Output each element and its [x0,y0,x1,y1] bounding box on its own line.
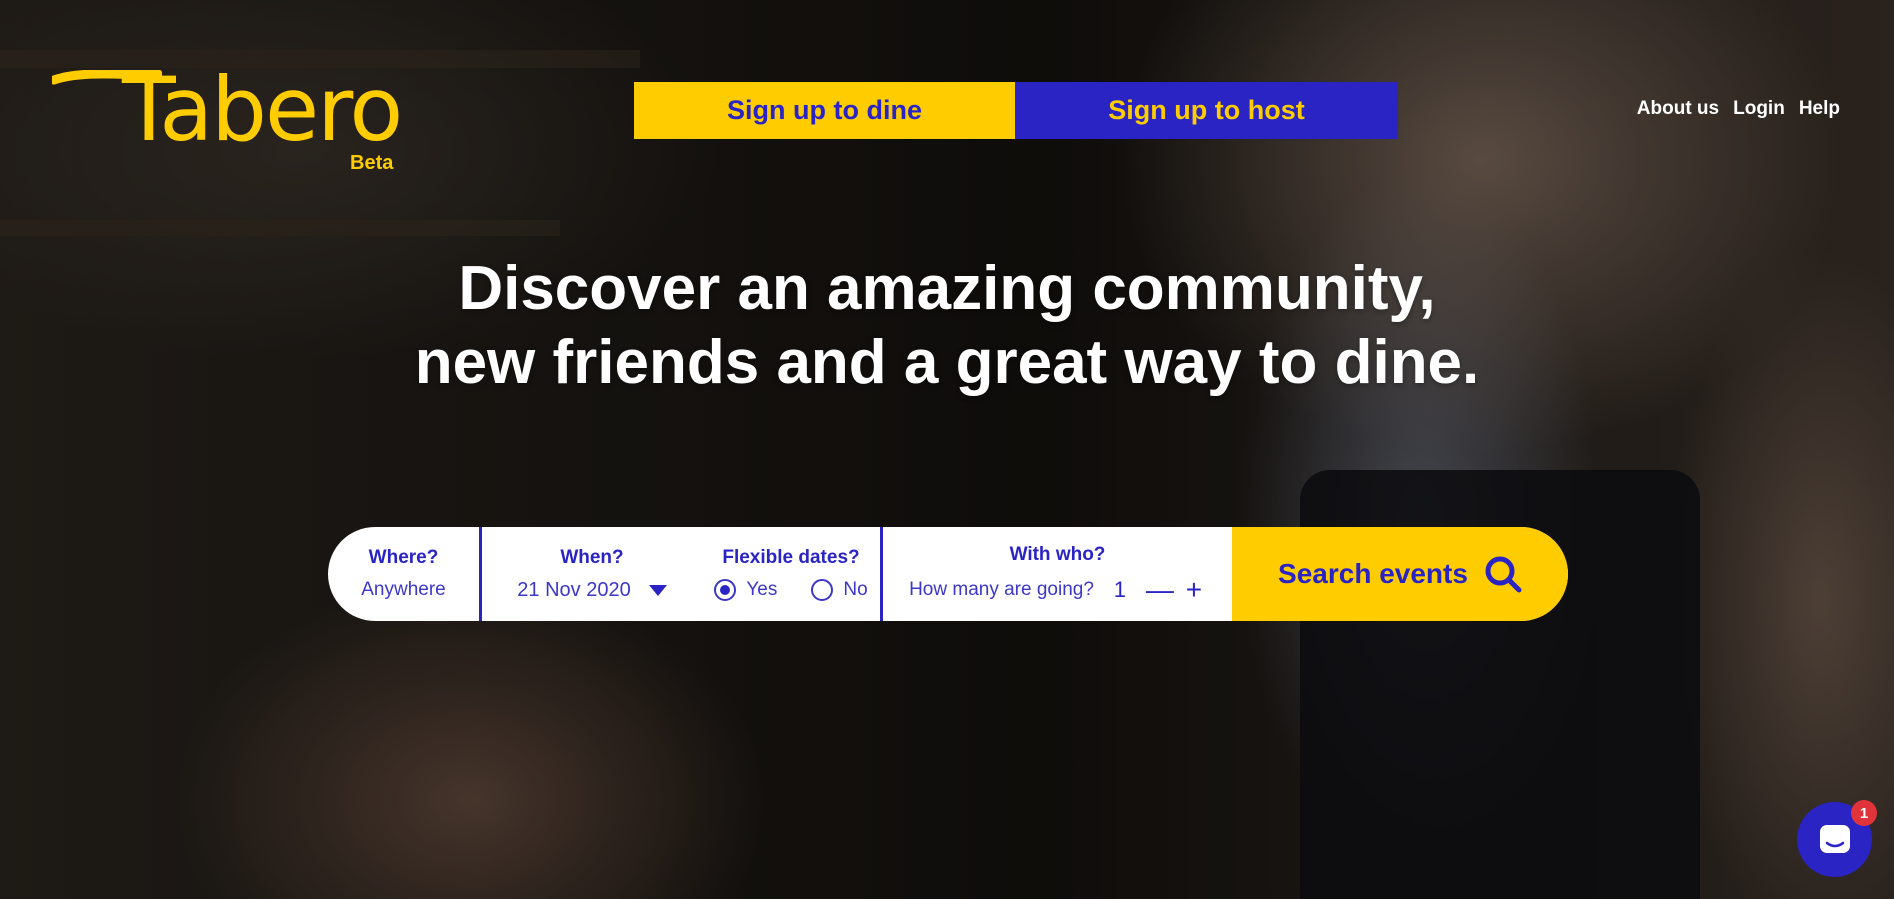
date-select[interactable]: 21 Nov 2020 [517,578,667,602]
flexible-no-radio[interactable] [811,579,834,601]
logo[interactable]: Tabero Beta [52,58,403,182]
chat-notification-badge: 1 [1851,800,1877,826]
flexible-dates-label: Flexible dates? [722,547,860,568]
caret-down-icon[interactable] [648,584,667,596]
where-label: Where? [368,547,439,568]
top-nav: About us Login Help [1637,98,1840,120]
with-who-field: With who? How many are going? 1 — + [883,527,1232,621]
logo-wordmark: Tabero [122,58,403,161]
hero-headline: Discover an amazing community, new frien… [0,252,1894,400]
flexible-dates-field: Flexible dates? Yes No [702,527,883,621]
guest-count-value[interactable]: 1 [1106,577,1134,603]
guest-count-prompt: How many are going? [909,579,1094,600]
flexible-no-label[interactable]: No [843,579,867,601]
search-events-label: Search events [1278,558,1468,589]
event-search-bar: Where? Anywhere When? 21 Nov 2020 Flexib… [328,527,1568,621]
guest-count-stepper: How many are going? 1 — + [909,576,1206,604]
chat-icon [1819,824,1850,853]
nav-login[interactable]: Login [1733,98,1785,120]
nav-about-us[interactable]: About us [1637,98,1719,120]
decrement-button[interactable]: — [1146,576,1174,604]
nav-help[interactable]: Help [1799,98,1840,120]
date-value: 21 Nov 2020 [517,578,631,601]
sign-up-to-dine-button[interactable]: Sign up to dine [634,82,1015,139]
search-icon [1485,556,1522,593]
hero-headline-line-2: new friends and a great way to dine. [414,328,1480,397]
flexible-yes-radio[interactable] [714,579,737,601]
where-field[interactable]: Where? Anywhere [328,527,482,621]
when-field[interactable]: When? 21 Nov 2020 [482,527,702,621]
sign-up-to-host-button[interactable]: Sign up to host [1015,82,1398,139]
hero-headline-line-1: Discover an amazing community, [458,254,1436,323]
beta-badge: Beta [350,152,394,174]
increment-button[interactable]: + [1182,576,1206,604]
flexible-dates-options: Yes No [714,579,868,601]
where-input[interactable]: Anywhere [361,579,446,601]
with-who-label: With who? [1009,544,1106,565]
search-events-button[interactable]: Search events [1232,527,1568,621]
when-label: When? [560,546,624,568]
flexible-yes-label[interactable]: Yes [746,579,777,601]
